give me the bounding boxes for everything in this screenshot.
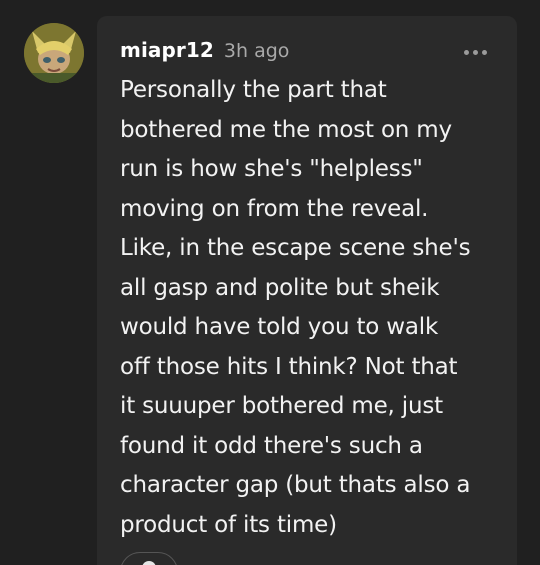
comment-line: product of its time) <box>120 511 337 538</box>
comment-page: miapr12 3h ago Personally the part that … <box>0 0 540 565</box>
comment-line: found it odd there's such a <box>120 432 423 459</box>
comment-line: Like, in the escape scene she's <box>120 235 471 261</box>
comment-line: off those hits I think? Not that <box>120 353 458 380</box>
more-options-icon <box>472 49 478 55</box>
timestamp: 3h ago <box>223 40 290 62</box>
comment-line: would have told you to walk <box>120 314 439 340</box>
comment-line: Personally the part that <box>120 77 387 103</box>
username[interactable]: miapr12 <box>120 38 214 62</box>
comment-line: run is how she's "helpless" <box>120 156 423 182</box>
avatar[interactable] <box>24 23 84 83</box>
more-options-icon <box>463 49 469 55</box>
comment-body: Personally the part that bothered me the… <box>120 71 510 545</box>
comment-line: all gasp and polite but sheik <box>120 274 440 301</box>
comment-line: character gap (but thats also a <box>120 472 471 498</box>
comment-line: it suuuper bothered me, just <box>120 393 443 419</box>
more-options-icon <box>481 49 487 55</box>
comment-line: bothered me the most on my <box>120 116 452 143</box>
avatar-image <box>24 23 84 83</box>
more-options-button[interactable] <box>458 42 492 62</box>
reaction-icon <box>142 561 156 565</box>
comment-header: miapr12 3h ago <box>120 38 289 68</box>
comment-line: moving on from the reveal. <box>120 195 429 222</box>
